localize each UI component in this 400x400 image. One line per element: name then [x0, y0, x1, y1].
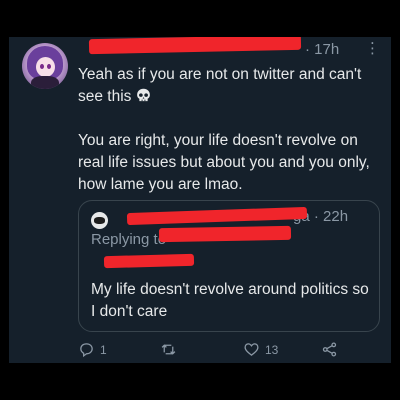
tweet-text-line1: Yeah as if you are not on twitter and ca… [78, 66, 362, 105]
like-count: 13 [265, 342, 279, 357]
share-button[interactable] [321, 341, 338, 358]
replying-to-label: Replying to [91, 231, 167, 248]
retweet-icon [161, 344, 176, 355]
author-avatar[interactable] [22, 43, 68, 89]
redacted-handle-line [103, 253, 195, 269]
reply-count: 1 [100, 342, 107, 357]
quoted-author-avatar[interactable] [91, 212, 108, 229]
reply-icon [80, 343, 93, 358]
like-button[interactable]: 13 [243, 341, 278, 358]
tweet-text-para2: You are right, your life doesn't revolve… [78, 132, 370, 193]
heart-icon [244, 343, 259, 356]
share-icon [322, 342, 337, 357]
action-bar: 1 13 [78, 341, 378, 361]
retweet-button[interactable] [160, 341, 182, 358]
tweet-text: Yeah as if you are not on twitter and ca… [78, 64, 383, 196]
reply-button[interactable]: 1 [78, 341, 107, 358]
tweet-timestamp[interactable]: · 17h [305, 41, 339, 58]
redacted-replying-to-handles [158, 225, 292, 243]
skull-icon [136, 88, 150, 102]
redacted-author-name [88, 37, 302, 55]
more-options-icon[interactable]: ⋮ [365, 39, 380, 57]
tweet-card[interactable]: · 17h ⋮ Yeah as if you are not on twitte… [9, 37, 391, 363]
quoted-tweet-text: My life doesn't revolve around politics … [91, 281, 369, 320]
